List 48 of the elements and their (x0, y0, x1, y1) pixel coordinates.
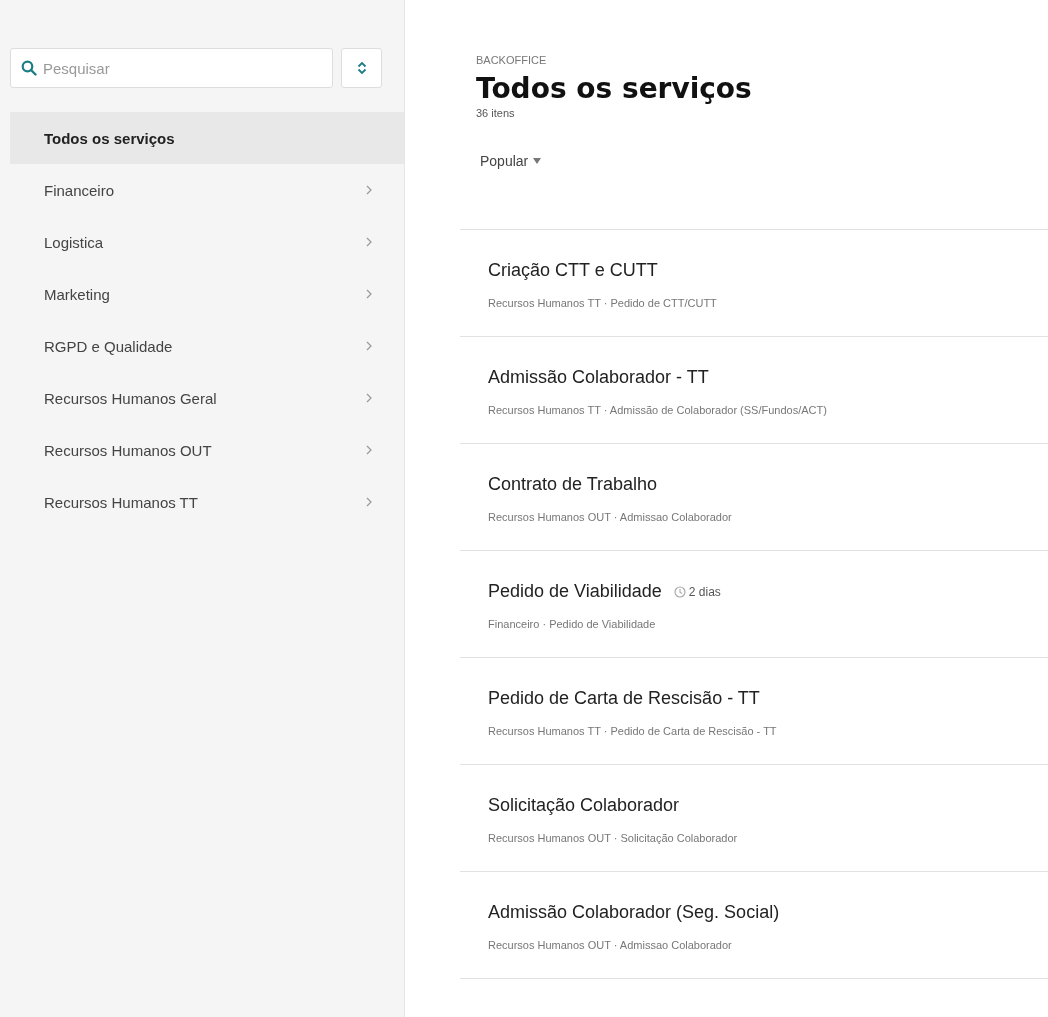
service-row[interactable]: Admissão Colaborador (Seg. Social) Recursos Humanos OUT · Admissao Colaborador (460, 872, 1048, 979)
caret-icon (533, 158, 542, 164)
page-title: Todos os serviços (476, 72, 753, 105)
service-category: Financeiro · Pedido de Viabilidade (488, 618, 657, 630)
category-label: RGPD e Qualidade (44, 337, 173, 355)
service-category: Recursos Humanos TT · Pedido de CTT/CUTT (488, 297, 718, 309)
category-item[interactable]: Recursos Humanos OUT (10, 424, 404, 476)
service-row[interactable]: Contrato de Trabalho Recursos Humanos OUT · Admissao Colaborador (460, 444, 1048, 551)
service-category: Recursos Humanos OUT · Admissao Colaborador (488, 511, 733, 523)
service-title: Criação CTT e CUTT (488, 260, 658, 281)
service-row[interactable]: Solicitação Colaborador Recursos Humanos OUT · Solicitação Colaborador (460, 765, 1048, 872)
duration-label: 2 dias (688, 584, 721, 599)
search-icon (21, 60, 37, 76)
sort-dropdown[interactable]: Popular (480, 153, 542, 169)
item-count: 36 itens (476, 107, 516, 119)
service-title: Pedido de Viabilidade (488, 581, 662, 602)
service-title: Pedido de Carta de Rescisão - TT (488, 688, 760, 709)
category-item[interactable]: Recursos Humanos Geral (10, 372, 404, 424)
category-item[interactable]: Todos os serviços (10, 112, 404, 164)
service-row[interactable]: Pedido de Carta de Rescisão - TT Recursos Humanos TT · Pedido de Carta de Rescisão - TT (460, 658, 1048, 765)
service-row[interactable]: Admissão Colaborador - TT Recursos Humanos TT · Admissão de Colaborador (SS/Fundos/ACT) (460, 337, 1048, 444)
category-label: Recursos Humanos OUT (44, 441, 212, 459)
category-item[interactable]: Recursos Humanos TT (10, 476, 404, 528)
service-title: Solicitação Colaborador (488, 795, 680, 816)
sort-toggle-button[interactable] (341, 48, 382, 88)
category-label: Marketing (44, 285, 110, 303)
service-row[interactable]: Criação CTT e CUTT Recursos Humanos TT · Pedido de CTT/CUTT (460, 230, 1048, 337)
category-label: Recursos Humanos Geral (44, 389, 217, 407)
search-field[interactable]: Pesquisar (10, 48, 333, 88)
category-item[interactable]: Marketing (10, 268, 404, 320)
service-category: Recursos Humanos TT · Pedido de Carta de Rescisão - TT (488, 725, 778, 737)
service-row[interactable]: Pedido de Viabilidade 2 dias Financeiro · Pedido de Viabilidade (460, 551, 1048, 658)
category-label: Recursos Humanos TT (44, 493, 198, 511)
service-title: Admissão Colaborador - TT (488, 367, 709, 388)
chevrons-icon (356, 61, 367, 75)
category-item[interactable]: Logistica (10, 216, 404, 268)
category-label: Financeiro (44, 181, 115, 199)
category-label: Logistica (44, 233, 104, 251)
category-item[interactable]: RGPD e Qualidade (10, 320, 404, 372)
service-category: Recursos Humanos OUT · Admissao Colaborador (488, 939, 733, 951)
service-title: Admissão Colaborador (Seg. Social) (488, 902, 780, 923)
service-category: Recursos Humanos OUT · Solicitação Colaborador (488, 832, 739, 844)
clock-icon (673, 585, 686, 598)
section-label: BACKOFFICE (476, 54, 548, 66)
service-category: Recursos Humanos TT · Admissão de Colaborador (SS/Fundos/ACT) (488, 404, 828, 416)
category-item[interactable]: Financeiro (10, 164, 404, 216)
category-label: Todos os serviços (44, 129, 175, 147)
service-title: Contrato de Trabalho (488, 474, 658, 495)
